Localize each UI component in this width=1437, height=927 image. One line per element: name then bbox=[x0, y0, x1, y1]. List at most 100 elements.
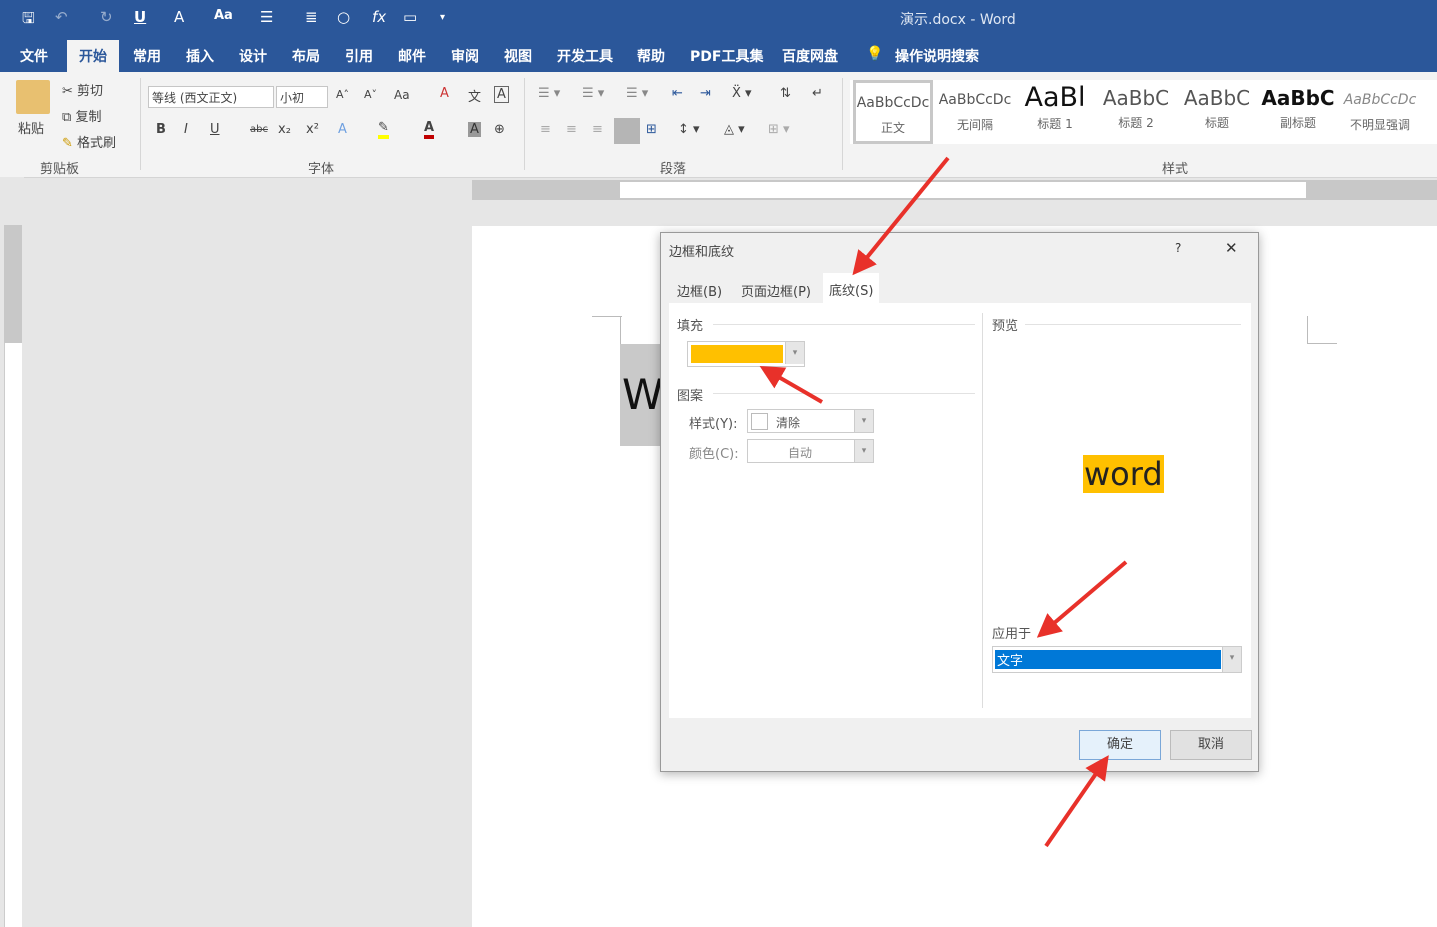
style-no-spacing[interactable]: AaBbCcDc 无间隔 bbox=[935, 80, 1015, 144]
pattern-style-select[interactable]: 清除 ▾ bbox=[747, 409, 874, 433]
chevron-down-icon: ▾ bbox=[785, 342, 804, 364]
bullets-icon[interactable]: ☰ bbox=[260, 8, 273, 26]
tab-home[interactable]: 开始 bbox=[67, 40, 119, 72]
formula-icon[interactable]: fx bbox=[372, 8, 386, 26]
show-marks-icon[interactable]: ↵ bbox=[812, 86, 823, 101]
fill-label: 填充 bbox=[677, 319, 704, 334]
tab-review[interactable]: 审阅 bbox=[451, 46, 479, 66]
highlight-icon[interactable]: ✎ bbox=[378, 120, 389, 139]
apply-to-select[interactable]: 文字 ▾ bbox=[992, 646, 1242, 673]
underline-icon[interactable]: U bbox=[134, 8, 146, 26]
pattern-color-select[interactable]: 自动 ▾ bbox=[747, 439, 874, 463]
phonetic-icon[interactable]: 文 bbox=[468, 86, 481, 105]
tab-file[interactable]: 文件 bbox=[20, 46, 48, 66]
help-button[interactable]: ? bbox=[1175, 241, 1181, 255]
subscript-button[interactable]: x₂ bbox=[278, 122, 291, 137]
style-subtitle[interactable]: AaBbC 副标题 bbox=[1258, 80, 1338, 144]
format-painter-button[interactable]: ✎ 格式刷 bbox=[62, 132, 116, 151]
tab-insert[interactable]: 插入 bbox=[186, 46, 214, 66]
char-shading-icon[interactable]: A bbox=[468, 122, 481, 137]
save-icon[interactable]: 🖫 bbox=[22, 8, 35, 33]
justify-icon[interactable] bbox=[614, 118, 640, 144]
style-subtle-emphasis[interactable]: AaBbCcDc 不明显强调 bbox=[1340, 80, 1420, 144]
strikethrough-button[interactable]: abc bbox=[250, 124, 268, 135]
fill-color-swatch bbox=[691, 345, 783, 363]
pattern-swatch bbox=[751, 413, 768, 430]
font-group-label: 字体 bbox=[308, 162, 335, 177]
decrease-indent-icon[interactable]: ⇤ bbox=[672, 86, 683, 101]
vertical-ruler[interactable] bbox=[0, 177, 24, 927]
shading-icon[interactable]: ◬ ▾ bbox=[724, 122, 745, 137]
align-icon[interactable]: ≣ bbox=[305, 8, 318, 26]
cancel-button[interactable]: 取消 bbox=[1170, 730, 1252, 760]
preview-sample-text: word bbox=[1083, 455, 1164, 493]
tab-view[interactable]: 视图 bbox=[504, 46, 532, 66]
align-center-icon[interactable]: ≡ bbox=[566, 122, 577, 137]
text-effect-icon[interactable]: A bbox=[338, 122, 347, 137]
shape-icon[interactable]: ○ bbox=[337, 8, 350, 26]
clipboard-group-label: 剪贴板 bbox=[40, 162, 80, 177]
tab-mailings[interactable]: 邮件 bbox=[398, 46, 426, 66]
chevron-down-icon: ▾ bbox=[1222, 647, 1241, 672]
sort-icon[interactable]: ⇅ bbox=[780, 86, 791, 101]
style-heading-2[interactable]: AaBbC 标题 2 bbox=[1096, 80, 1176, 144]
change-case-icon[interactable]: Aa bbox=[214, 8, 233, 23]
style-title[interactable]: AaBbC 标题 bbox=[1177, 80, 1257, 144]
document-text[interactable]: W bbox=[620, 344, 664, 446]
cut-button[interactable]: ✂ 剪切 bbox=[62, 80, 103, 99]
distribute-icon[interactable]: ⊞ bbox=[646, 122, 657, 137]
title-bar: 🖫 ↶ ↻ U A Aa ☰ ≣ ○ fx ▭ ▾ 演示.docx - Word bbox=[0, 0, 1437, 36]
borders-icon[interactable]: ⊞ ▾ bbox=[768, 122, 790, 137]
style-heading-1[interactable]: AaBl 标题 1 bbox=[1015, 80, 1095, 144]
ok-button[interactable]: 确定 bbox=[1079, 730, 1161, 760]
multilevel-list-icon[interactable]: ☰ ▾ bbox=[626, 86, 648, 101]
bold-button[interactable]: B bbox=[156, 122, 166, 137]
chinese-layout-icon[interactable]: Ẍ ▾ bbox=[732, 86, 752, 101]
tab-borders[interactable]: 边框(B) bbox=[671, 277, 728, 303]
tab-shading[interactable]: 底纹(S) bbox=[823, 273, 880, 303]
numbering-icon[interactable]: ☰ ▾ bbox=[582, 86, 604, 101]
pattern-label: 图案 bbox=[677, 389, 704, 404]
italic-button[interactable]: I bbox=[184, 122, 188, 137]
shrink-font-button[interactable]: A˅ bbox=[364, 88, 377, 101]
tab-baidu-netdisk[interactable]: 百度网盘 bbox=[782, 46, 838, 66]
underline-button[interactable]: U bbox=[210, 122, 220, 137]
font-color-button[interactable]: A bbox=[424, 120, 435, 139]
document-title: 演示.docx - Word bbox=[900, 12, 1016, 28]
tab-layout[interactable]: 布局 bbox=[292, 46, 320, 66]
align-left-icon[interactable]: ≡ bbox=[540, 122, 551, 137]
tab-help[interactable]: 帮助 bbox=[637, 46, 665, 66]
char-border-icon[interactable]: A bbox=[494, 86, 509, 103]
tab-references[interactable]: 引用 bbox=[345, 46, 373, 66]
clear-format-icon[interactable]: A bbox=[440, 86, 449, 101]
tab-common[interactable]: 常用 bbox=[133, 46, 161, 66]
font-size-select[interactable]: 小初 bbox=[276, 86, 328, 108]
font-effect-icon[interactable]: A bbox=[174, 8, 184, 26]
copy-button[interactable]: ⧉ 复制 bbox=[62, 106, 101, 125]
customize-quick-access-icon[interactable]: ▾ bbox=[440, 12, 445, 23]
tab-pdf-tools[interactable]: PDF工具集 bbox=[690, 46, 763, 66]
fill-color-picker[interactable]: ▾ bbox=[687, 341, 805, 367]
close-button[interactable]: ✕ bbox=[1225, 239, 1238, 257]
increase-indent-icon[interactable]: ⇥ bbox=[700, 86, 711, 101]
style-normal[interactable]: AaBbCcDc 正文 bbox=[853, 80, 933, 144]
grow-font-button[interactable]: A˄ bbox=[336, 88, 349, 101]
bullets-icon[interactable]: ☰ ▾ bbox=[538, 86, 560, 101]
undo-icon[interactable]: ↶ bbox=[55, 8, 68, 26]
tab-page-border[interactable]: 页面边框(P) bbox=[735, 277, 817, 303]
line-spacing-icon[interactable]: ↕ ▾ bbox=[678, 122, 700, 137]
align-right-icon[interactable]: ≡ bbox=[592, 122, 603, 137]
redo-icon[interactable]: ↻ bbox=[100, 8, 113, 26]
paste-button[interactable]: 粘贴 bbox=[18, 118, 44, 137]
tab-design[interactable]: 设计 bbox=[239, 46, 267, 66]
tab-developer[interactable]: 开发工具 bbox=[557, 46, 613, 66]
horizontal-ruler[interactable] bbox=[472, 180, 1437, 200]
font-name-select[interactable]: 等线 (西文正文) bbox=[148, 86, 274, 108]
tell-me-search[interactable]: 操作说明搜索 bbox=[895, 46, 979, 66]
enclose-char-icon[interactable]: ⊕ bbox=[494, 122, 505, 137]
superscript-button[interactable]: x² bbox=[306, 122, 319, 137]
apply-to-label: 应用于 bbox=[992, 627, 1032, 642]
comment-icon[interactable]: ▭ bbox=[403, 8, 417, 26]
change-case-button[interactable]: Aa bbox=[394, 88, 410, 102]
paste-icon[interactable] bbox=[16, 80, 50, 114]
